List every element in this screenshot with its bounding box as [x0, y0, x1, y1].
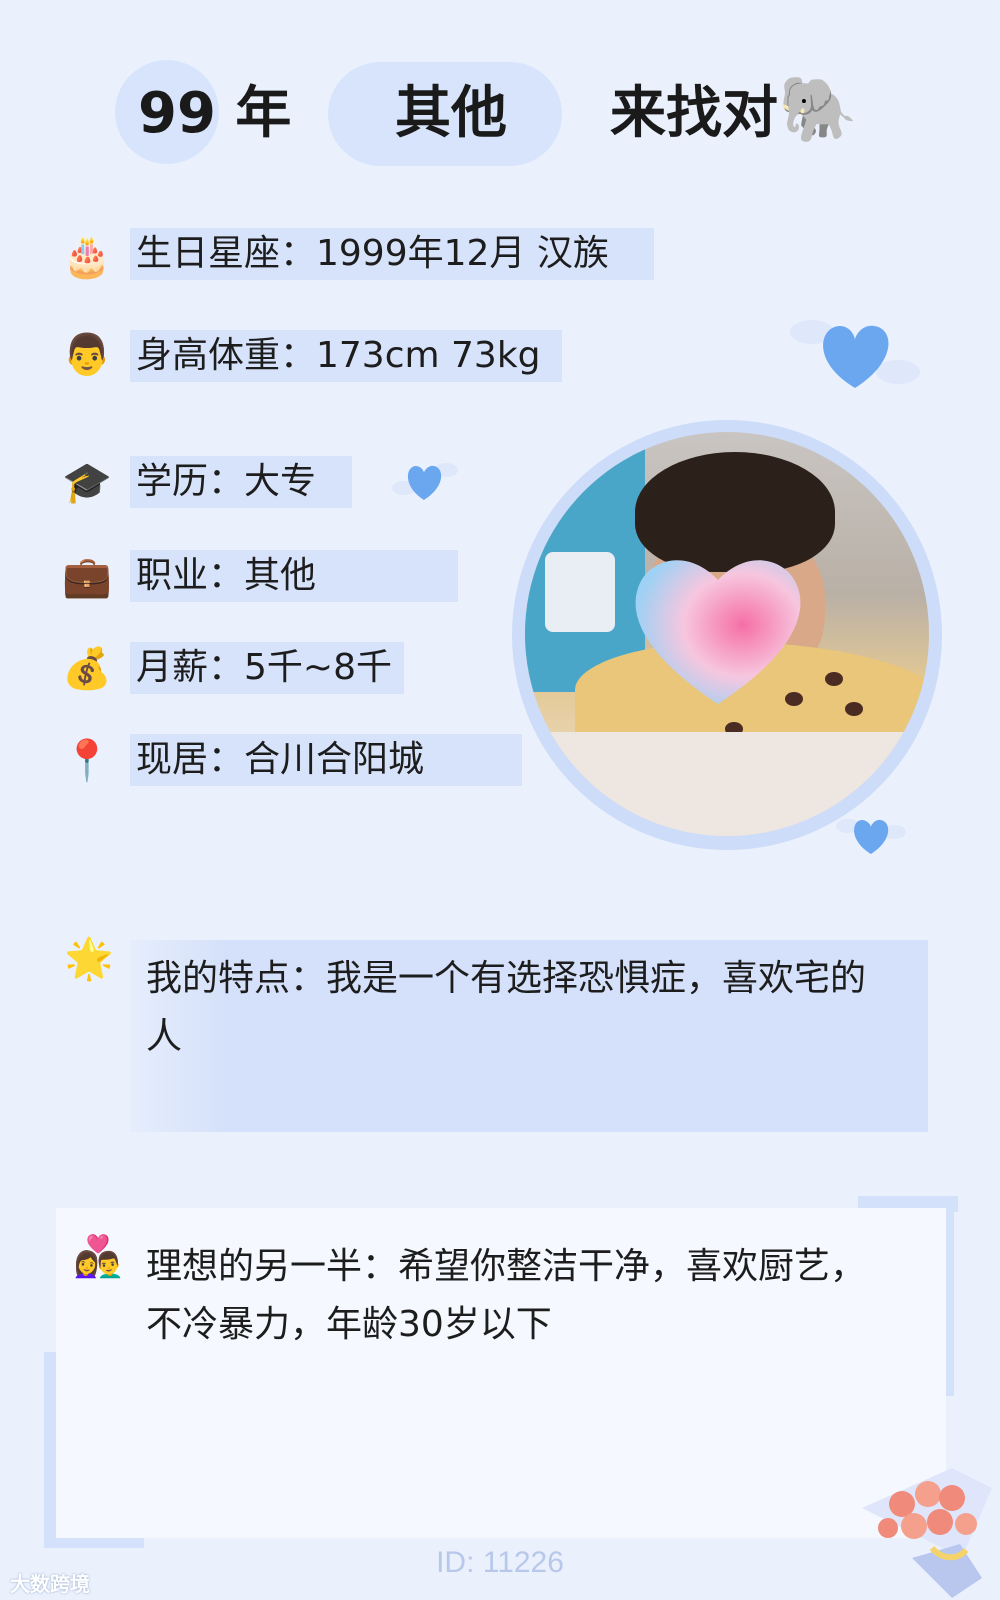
features-text: 我的特点：我是一个有选择恐惧症，喜欢宅的人	[146, 958, 867, 1057]
profile-id: ID: 11226	[436, 1546, 564, 1579]
briefcase-icon: 💼	[62, 554, 112, 600]
man-face-icon: 👨	[62, 332, 112, 378]
winged-heart-icon	[790, 320, 920, 388]
watermark: 大数跨境	[10, 1572, 90, 1596]
category-label: 其他	[395, 81, 507, 146]
birthday-cake-icon: 🎂	[62, 234, 112, 280]
graduation-cap-icon: 🎓	[62, 460, 112, 506]
birthday-text: 生日星座：1999年12月 汉族	[136, 233, 609, 274]
star-icon: 🌟	[64, 936, 114, 982]
small-heart-icon	[392, 463, 458, 500]
salary-text: 月薪：5千~8千	[136, 647, 392, 688]
education-text: 学历：大专	[136, 461, 317, 502]
year-label: 99 年	[138, 81, 292, 146]
location-pin-icon: 📍	[62, 738, 112, 784]
occupation-text: 职业：其他	[136, 555, 317, 596]
residence-text: 现居：合川合阳城	[136, 739, 425, 780]
privacy-heart-icon	[635, 560, 801, 704]
couple-heart-icon: 👩‍❤️‍👨	[73, 1234, 123, 1280]
elephant-icon: 🐘	[778, 73, 858, 147]
money-bag-icon: 💰	[62, 646, 112, 692]
height-weight-text: 身高体重：173cm 73kg	[136, 335, 541, 376]
seeking-label: 来找对	[610, 81, 778, 146]
profile-card-page: 99 年 其他 来找对 🐘 🎂 生日星座：1999年12月 汉族 👨 身高体重：…	[0, 0, 1000, 1600]
ideal-partner-text: 理想的另一半：希望你整洁干净，喜欢厨艺，不冷暴力，年龄30岁以下	[146, 1246, 867, 1345]
